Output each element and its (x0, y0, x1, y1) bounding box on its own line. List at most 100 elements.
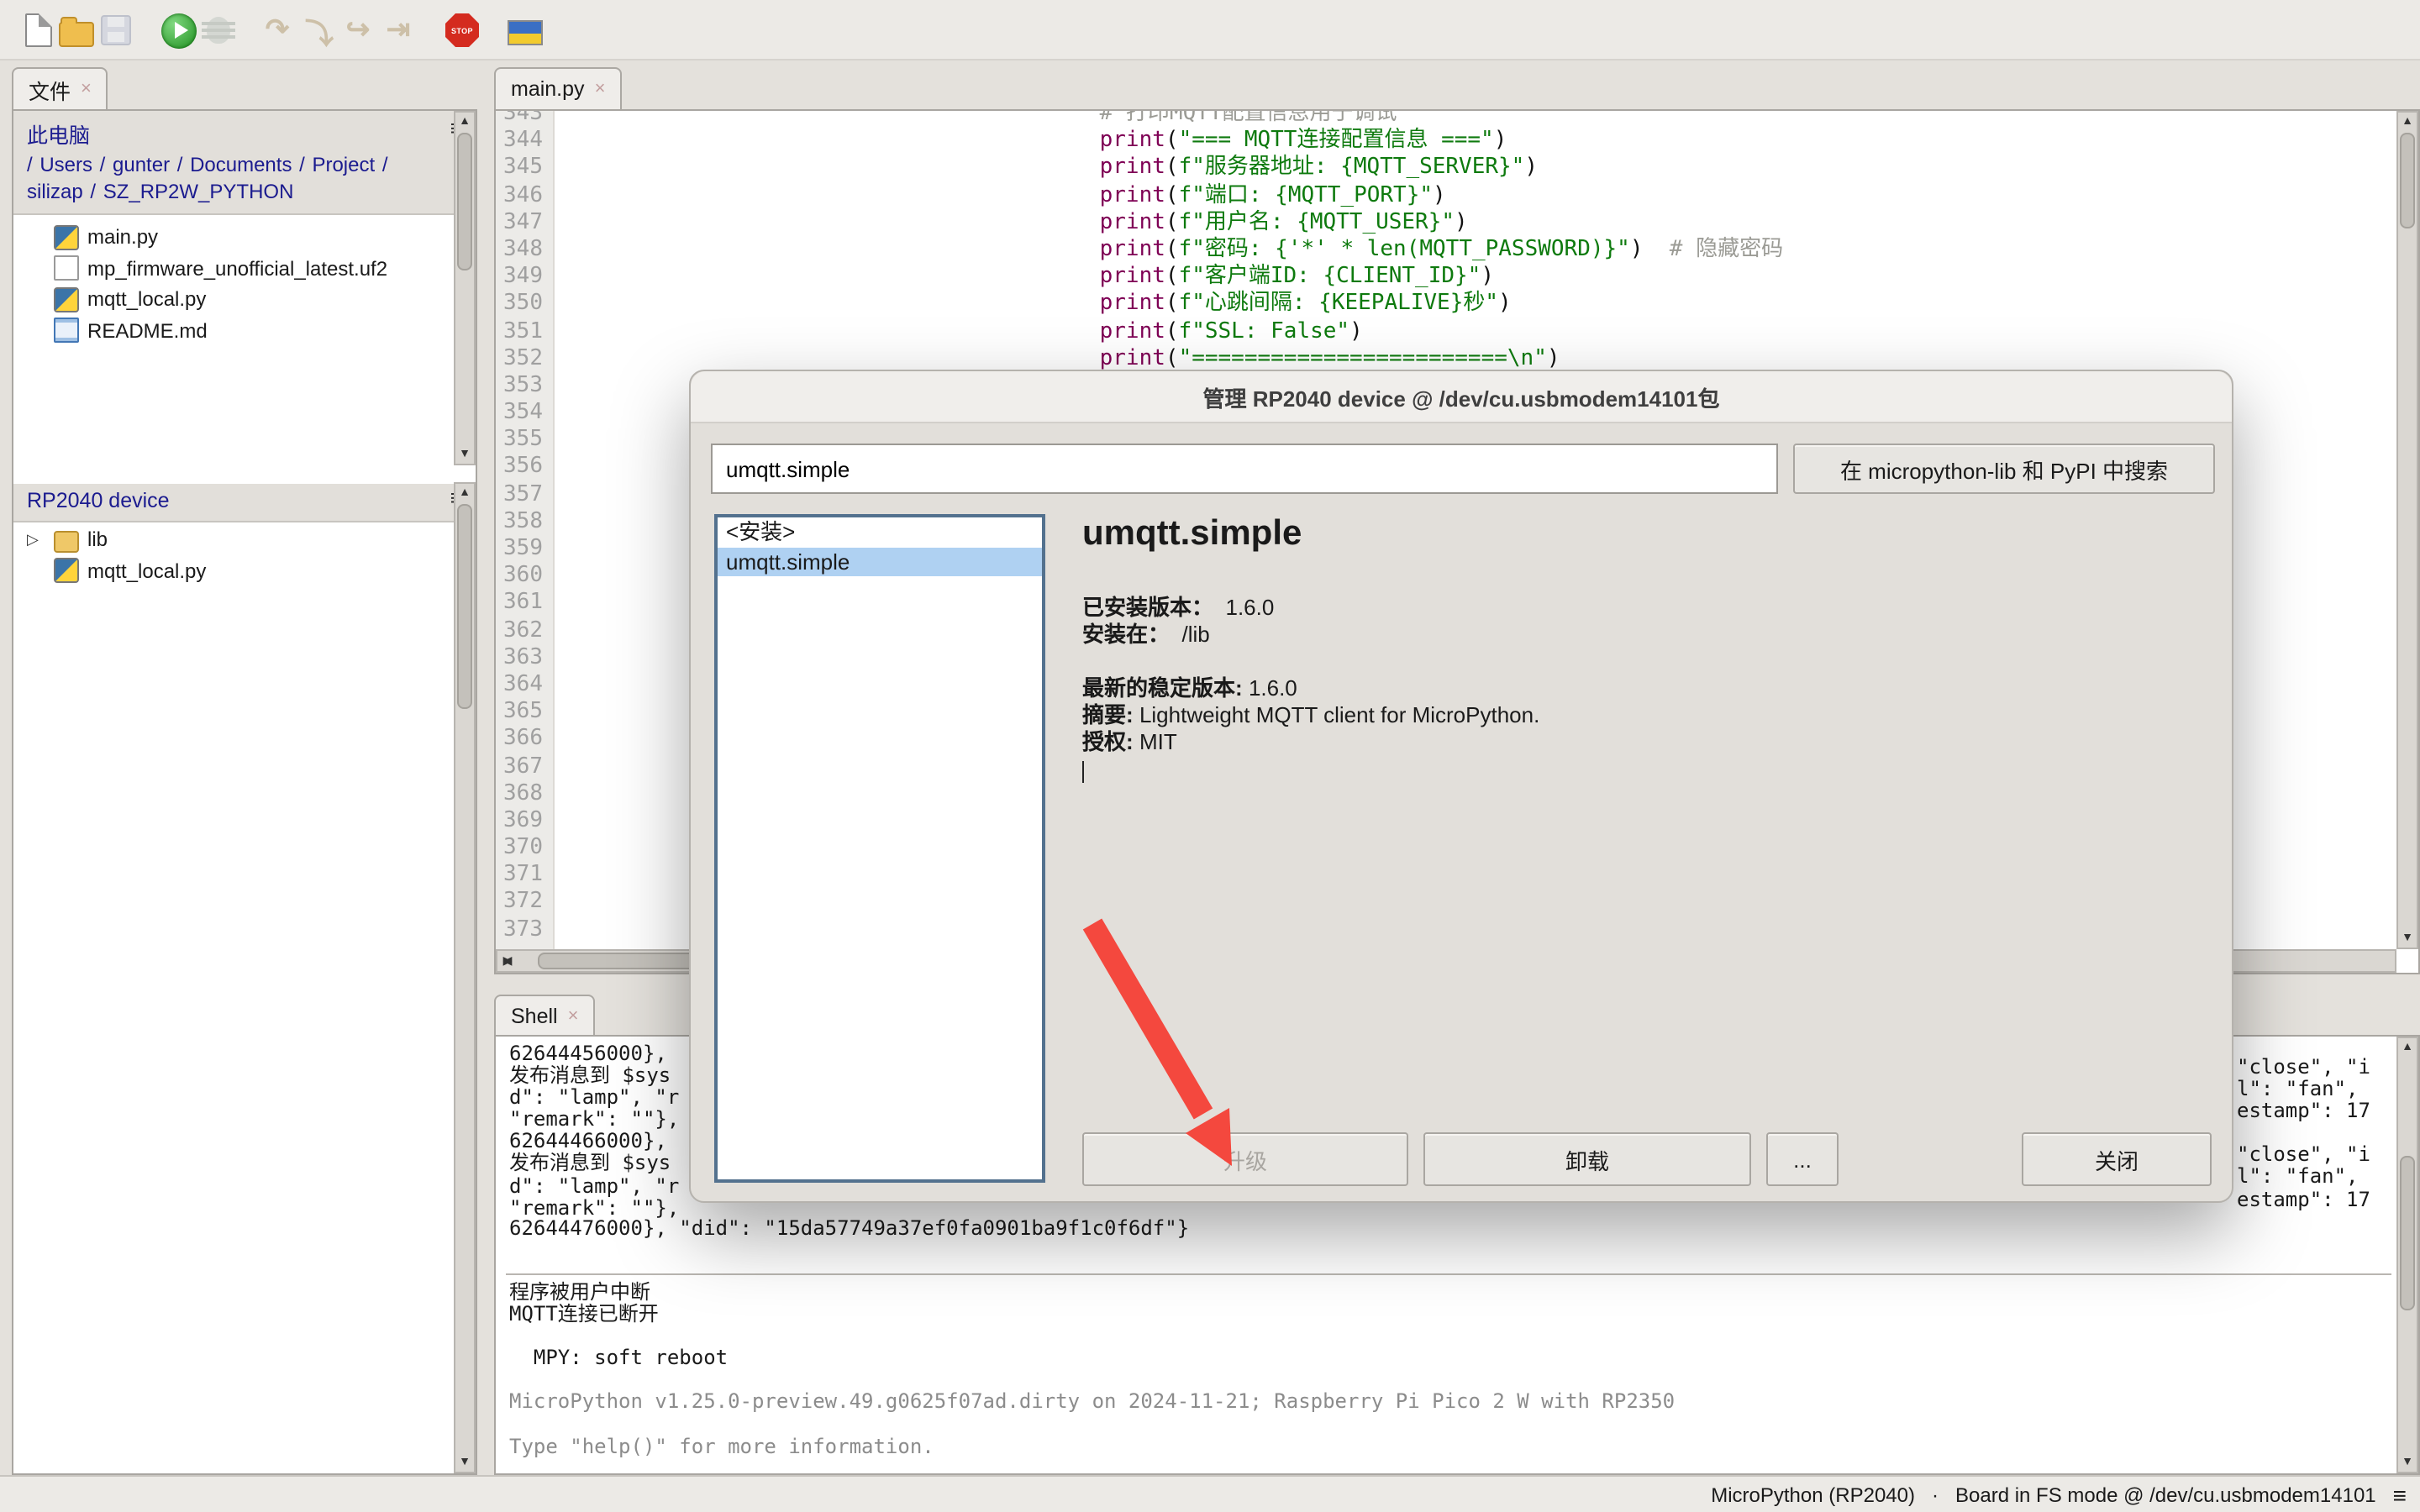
resume-icon: ⇥ (380, 12, 417, 49)
search-pypi-button[interactable]: 在 micropython-lib 和 PyPI 中搜索 (1793, 444, 2215, 494)
text-cursor (1082, 761, 1084, 783)
dialog-title: 管理 RP2040 device @ /dev/cu.usbmodem14101… (1203, 381, 1720, 412)
tree-item-README.md[interactable]: README.md (13, 315, 476, 346)
language-flag-icon[interactable] (506, 12, 543, 49)
shell-vscrollbar[interactable]: ▲▼ (2396, 1037, 2418, 1473)
tab-files-label: 文件 (29, 73, 71, 105)
code-line-343: # 打印MQTT配置信息用于调试 (1047, 111, 2396, 128)
line-number: 368 (496, 780, 553, 807)
more-button[interactable]: ... (1766, 1132, 1839, 1186)
tree-item-lib[interactable]: ▷lib (13, 524, 476, 555)
line-number: 347 (496, 210, 553, 237)
line-number: 348 (496, 237, 553, 264)
tree-item-mp_firmware_unofficial_latest.uf2[interactable]: mp_firmware_unofficial_latest.uf2 (13, 253, 476, 284)
package-list[interactable]: <安装>umqtt.simple (714, 514, 1045, 1183)
shell-line (509, 1370, 1675, 1392)
thonny-window: ↷ ⤵ ↪ ⇥ STOP 文件 × 此电脑 ≡ / Users / gunter … (0, 0, 2420, 1512)
upgrade-button[interactable]: 升级 (1082, 1132, 1408, 1186)
close-button[interactable]: 关闭 (2022, 1132, 2212, 1186)
file-name-label: mqtt_local.py (87, 559, 206, 583)
code-line-348: print(f"密码: {'*' * len(MQTT_PASSWORD)}")… (1047, 237, 2396, 264)
file-name-label: mp_firmware_unofficial_latest.uf2 (87, 257, 387, 281)
expander-icon[interactable]: ▷ (27, 531, 44, 549)
computer-file-tree: main.py mp_firmware_unofficial_latest.uf2… (13, 215, 476, 346)
breadcrumb[interactable]: / Users / gunter / Documents / Project /… (27, 153, 462, 205)
shell-line (509, 1326, 1675, 1347)
line-number: 353 (496, 373, 553, 400)
toolbar: ↷ ⤵ ↪ ⇥ STOP (0, 0, 2420, 60)
code-line-352: print("========================\n") (1047, 345, 2396, 372)
folder-icon (54, 531, 79, 553)
new-file-icon[interactable] (20, 12, 57, 49)
line-number: 365 (496, 699, 553, 726)
shell-line: MPY: soft reboot (509, 1348, 1675, 1370)
file-name-label: mqtt_local.py (87, 288, 206, 312)
line-number: 351 (496, 318, 553, 345)
board-mode-label: Board in FS mode @ /dev/cu.usbmodem14101 (1955, 1483, 2376, 1506)
close-icon[interactable]: × (568, 1006, 579, 1026)
package-manager-dialog: 管理 RP2040 device @ /dev/cu.usbmodem14101… (689, 370, 2233, 1203)
shell-output-line: 62644476000}, "did": "15da57749a37ef0fa0… (509, 1218, 1189, 1240)
run-icon[interactable] (160, 12, 197, 49)
line-number: 349 (496, 264, 553, 291)
python-file-icon (54, 225, 79, 250)
close-icon[interactable]: × (81, 79, 92, 99)
stop-icon[interactable]: STOP (444, 12, 481, 49)
line-number: 355 (496, 428, 553, 454)
tree-item-mqtt_local.py[interactable]: mqtt_local.py (13, 284, 476, 315)
line-number: 366 (496, 727, 553, 753)
tab-main-py-label: main.py (511, 77, 585, 101)
line-number: 373 (496, 916, 553, 943)
editor-vscrollbar[interactable]: ▲▼ (2396, 111, 2418, 949)
line-number: 356 (496, 454, 553, 481)
line-number: 362 (496, 617, 553, 644)
upgrade-button-label: 升级 (1223, 1143, 1267, 1175)
package-search-input[interactable] (711, 444, 1778, 494)
line-number: 372 (496, 890, 553, 916)
license-row: 授权: MIT (1082, 729, 2208, 756)
line-number: 364 (496, 672, 553, 699)
code-line-346: print(f"端口: {MQTT_PORT}") (1047, 182, 2396, 209)
interpreter-label[interactable]: MicroPython (RP2040) (1711, 1483, 1915, 1506)
save-icon (97, 12, 134, 49)
installed-version-row: 已安装版本： 1.6.0 (1082, 595, 2208, 622)
file-icon (54, 318, 79, 344)
status-menu-icon[interactable]: ≡ (2393, 1481, 2407, 1508)
summary-row: 摘要: Lightweight MQTT client for MicroPyt… (1082, 702, 2208, 729)
file-name-label: README.md (87, 319, 208, 343)
device-header-label: RP2040 device (27, 489, 462, 512)
uninstall-button[interactable]: 卸载 (1423, 1132, 1751, 1186)
close-icon[interactable]: × (595, 79, 606, 99)
file-name-label: main.py (87, 226, 158, 249)
shell-output-right: "close", "i l": "fan", estamp": 17 "clos… (2237, 1057, 2370, 1210)
dialog-titlebar: 管理 RP2040 device @ /dev/cu.usbmodem14101… (691, 371, 2232, 423)
files-scrollbar[interactable]: ▲▼ (454, 111, 476, 465)
line-number: 363 (496, 645, 553, 672)
package-list-item[interactable]: umqtt.simple (718, 547, 1042, 576)
device-scrollbar[interactable]: ▲▼ (454, 482, 476, 1473)
code-line-351: print(f"SSL: False") (1047, 318, 2396, 345)
tree-item-mqtt_local.py[interactable]: mqtt_local.py (13, 555, 476, 586)
computer-header-label: 此电脑 (27, 118, 462, 150)
more-button-label: ... (1793, 1147, 1812, 1172)
tab-files[interactable]: 文件 × (12, 67, 108, 109)
step-out-icon: ↪ (339, 12, 376, 49)
line-number: 354 (496, 400, 553, 427)
tab-main-py[interactable]: main.py × (494, 67, 622, 109)
code-line-345: print(f"服务器地址: {MQTT_SERVER}") (1047, 155, 2396, 182)
line-number: 360 (496, 563, 553, 590)
file-icon (54, 256, 79, 281)
package-name: umqtt.simple (1082, 514, 2208, 554)
line-number: 361 (496, 591, 553, 617)
shell-line: Type "help()" for more information. (509, 1436, 1675, 1457)
shell-line (509, 1414, 1675, 1436)
line-number: 367 (496, 753, 553, 780)
line-number: 344 (496, 128, 553, 155)
tab-shell[interactable]: Shell× (494, 995, 595, 1037)
computer-section-header: 此电脑 ≡ / Users / gunter / Documents / Pro… (13, 111, 476, 215)
code-line-350: print(f"心跳间隔: {KEEPALIVE}秒") (1047, 291, 2396, 318)
tree-item-main.py[interactable]: main.py (13, 222, 476, 253)
shell-line: MicroPython v1.25.0-preview.49.g0625f07a… (509, 1392, 1675, 1414)
open-folder-icon[interactable] (57, 12, 94, 49)
package-list-item[interactable]: <安装> (718, 517, 1042, 547)
